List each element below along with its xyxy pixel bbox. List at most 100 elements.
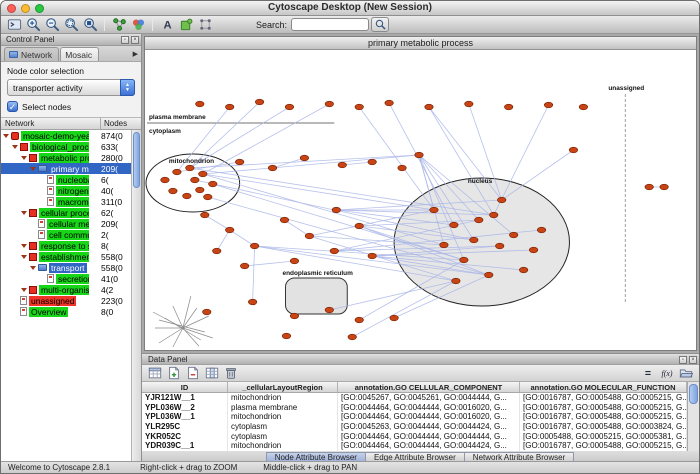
select-nodes-checkbox[interactable]	[7, 101, 18, 112]
table-cell: YDR039C__1	[142, 441, 228, 451]
close-data-panel-button[interactable]: ×	[689, 356, 697, 364]
tree-row[interactable]: establishment of l...558(0	[1, 251, 131, 262]
tab-mosaic[interactable]: Mosaic	[60, 47, 99, 61]
tree-row[interactable]: cellular process62(	[1, 207, 131, 218]
select-attributes-icon[interactable]	[146, 365, 164, 381]
close-panel-button[interactable]: ×	[131, 36, 139, 44]
zoom-in-icon[interactable]	[24, 17, 42, 33]
column-header-id[interactable]: ID	[142, 382, 228, 392]
search-label: Search:	[256, 20, 287, 30]
open-folder-icon[interactable]	[677, 365, 695, 381]
expander-icon[interactable]	[21, 288, 27, 292]
search-button[interactable]	[371, 17, 389, 32]
er-region	[285, 278, 347, 314]
tree-row[interactable]: multi-organism pro...4(2	[1, 284, 131, 295]
network-node	[213, 248, 221, 254]
select-nodes-label: Select nodes	[22, 102, 71, 112]
minimize-window-button[interactable]	[21, 4, 30, 13]
expander-icon[interactable]	[21, 156, 27, 160]
color-attribute-dropdown[interactable]: transporter activity ▲▼	[7, 79, 135, 96]
column-header-cellular-component[interactable]: annotation.GO CELLULAR_COMPONENT	[338, 382, 520, 392]
data-panel-title: Data Panel	[148, 355, 188, 364]
tree-row[interactable]: nitrogen compo...40(	[1, 185, 131, 196]
tree-row[interactable]: Overview8(0	[1, 306, 131, 317]
network-node	[290, 313, 298, 319]
tree-row[interactable]: metabolic process280(0	[1, 152, 131, 163]
tree-row[interactable]: biological_process633(	[1, 141, 131, 152]
zoom-window-button[interactable]	[35, 4, 44, 13]
tree-scrollbar-thumb[interactable]	[133, 132, 140, 188]
table-scrollbar[interactable]	[687, 382, 699, 451]
columns-icon[interactable]	[203, 365, 221, 381]
status-welcome: Welcome to Cytoscape 2.8.1	[8, 463, 110, 472]
expander-icon[interactable]	[30, 167, 36, 171]
expander-icon[interactable]	[21, 255, 27, 259]
table-row[interactable]: YPL036W__2plasma membrane[GO:0044464, GO…	[142, 403, 687, 413]
network-node	[385, 100, 393, 106]
table-scrollbar-thumb[interactable]	[689, 384, 698, 404]
close-window-button[interactable]	[7, 4, 16, 13]
tree-row[interactable]: nucleobase...6(	[1, 174, 131, 185]
tree-scrollbar[interactable]	[131, 130, 141, 463]
expander-icon[interactable]	[21, 211, 27, 215]
create-attribute-icon[interactable]	[165, 365, 183, 381]
plugins-icon[interactable]	[177, 17, 195, 33]
table-row[interactable]: YPL036W__1mitochondrion[GO:0044464, GO:0…	[142, 412, 687, 422]
tree-row[interactable]: mosaic-demo-yeast874(0	[1, 130, 131, 141]
float-data-panel-button[interactable]: ▫	[679, 356, 687, 364]
console-icon[interactable]	[5, 17, 23, 33]
table-row[interactable]: YDR039C__1mitochondrion[GO:0044464, GO:0…	[142, 441, 687, 451]
doc-icon	[20, 307, 27, 316]
compartment-label: nucleus	[468, 178, 493, 185]
tree-row[interactable]: macromolecule...311(0	[1, 196, 131, 207]
tree-node-label: nitrogen compo...	[56, 186, 89, 196]
compartment-label: endoplasmic reticulum	[283, 270, 354, 277]
window-titlebar[interactable]: Cytoscape Desktop (New Session)	[1, 1, 699, 16]
svg-text:=: =	[645, 368, 651, 380]
column-header-molecular-function[interactable]: annotation.GO MOLECULAR_FUNCTION	[520, 382, 687, 392]
expander-icon[interactable]	[30, 266, 36, 270]
tree-node-count: 311(0	[101, 197, 131, 207]
network-canvas[interactable]: plasma membranecytoplasmmitochondrionnuc…	[145, 50, 696, 350]
tree-row[interactable]: unassigned223(0	[1, 295, 131, 306]
network-edge	[245, 261, 295, 266]
tree-row[interactable]: secretion41(0	[1, 273, 131, 284]
compartment-label: cytoplasm	[149, 128, 181, 135]
tab-scroll-right-button[interactable]: ▶	[133, 50, 138, 58]
data-panel-toolbar-left	[146, 365, 240, 381]
tree-row[interactable]: primary metab...209(	[1, 163, 131, 174]
zoom-out-icon[interactable]	[43, 17, 61, 33]
layout-icon[interactable]	[196, 17, 214, 33]
column-header-region[interactable]: _cellularLayoutRegion	[228, 382, 338, 392]
annotation-icon[interactable]: A	[158, 17, 176, 33]
network-icon[interactable]	[110, 17, 128, 33]
search-input[interactable]	[291, 18, 369, 31]
equation-icon[interactable]: =	[639, 365, 657, 381]
tree-row[interactable]: cell communica...2(	[1, 229, 131, 240]
tree-row[interactable]: cellular metabo...209(	[1, 218, 131, 229]
doc-icon	[47, 175, 54, 184]
zoom-fit-icon[interactable]	[81, 17, 99, 33]
delete-attribute-icon[interactable]	[184, 365, 202, 381]
expander-icon[interactable]	[3, 134, 9, 138]
tab-network[interactable]: Network	[4, 47, 59, 61]
function-builder-icon[interactable]: f(x)	[658, 365, 676, 381]
expander-icon[interactable]	[12, 145, 18, 149]
right-column: primary metabolic process plasma membran…	[142, 34, 699, 463]
network-view-titlebar[interactable]: primary metabolic process	[145, 37, 696, 50]
table-row[interactable]: YJR121W__1mitochondrion[GO:0045267, GO:0…	[142, 393, 687, 403]
zoom-selected-icon[interactable]	[62, 17, 80, 33]
vizmapper-icon[interactable]	[129, 17, 147, 33]
network-red-icon	[11, 132, 19, 140]
table-row[interactable]: YKR052Ccytoplasm[GO:0044464, GO:0044444,…	[142, 431, 687, 441]
tree-column-header: Network Nodes	[1, 118, 141, 130]
compartment-label: mitochondrion	[169, 158, 214, 165]
expander-icon[interactable]	[21, 244, 27, 248]
table-row[interactable]: YLR295Ccytoplasm[GO:0045263, GO:0044444,…	[142, 422, 687, 432]
float-panel-button[interactable]: ▫	[121, 36, 129, 44]
tree-row[interactable]: transport558(0	[1, 262, 131, 273]
tree-row[interactable]: response to stimul...8(	[1, 240, 131, 251]
network-view-title: primary metabolic process	[368, 38, 473, 48]
trash-icon[interactable]	[222, 365, 240, 381]
network-node	[645, 184, 653, 190]
